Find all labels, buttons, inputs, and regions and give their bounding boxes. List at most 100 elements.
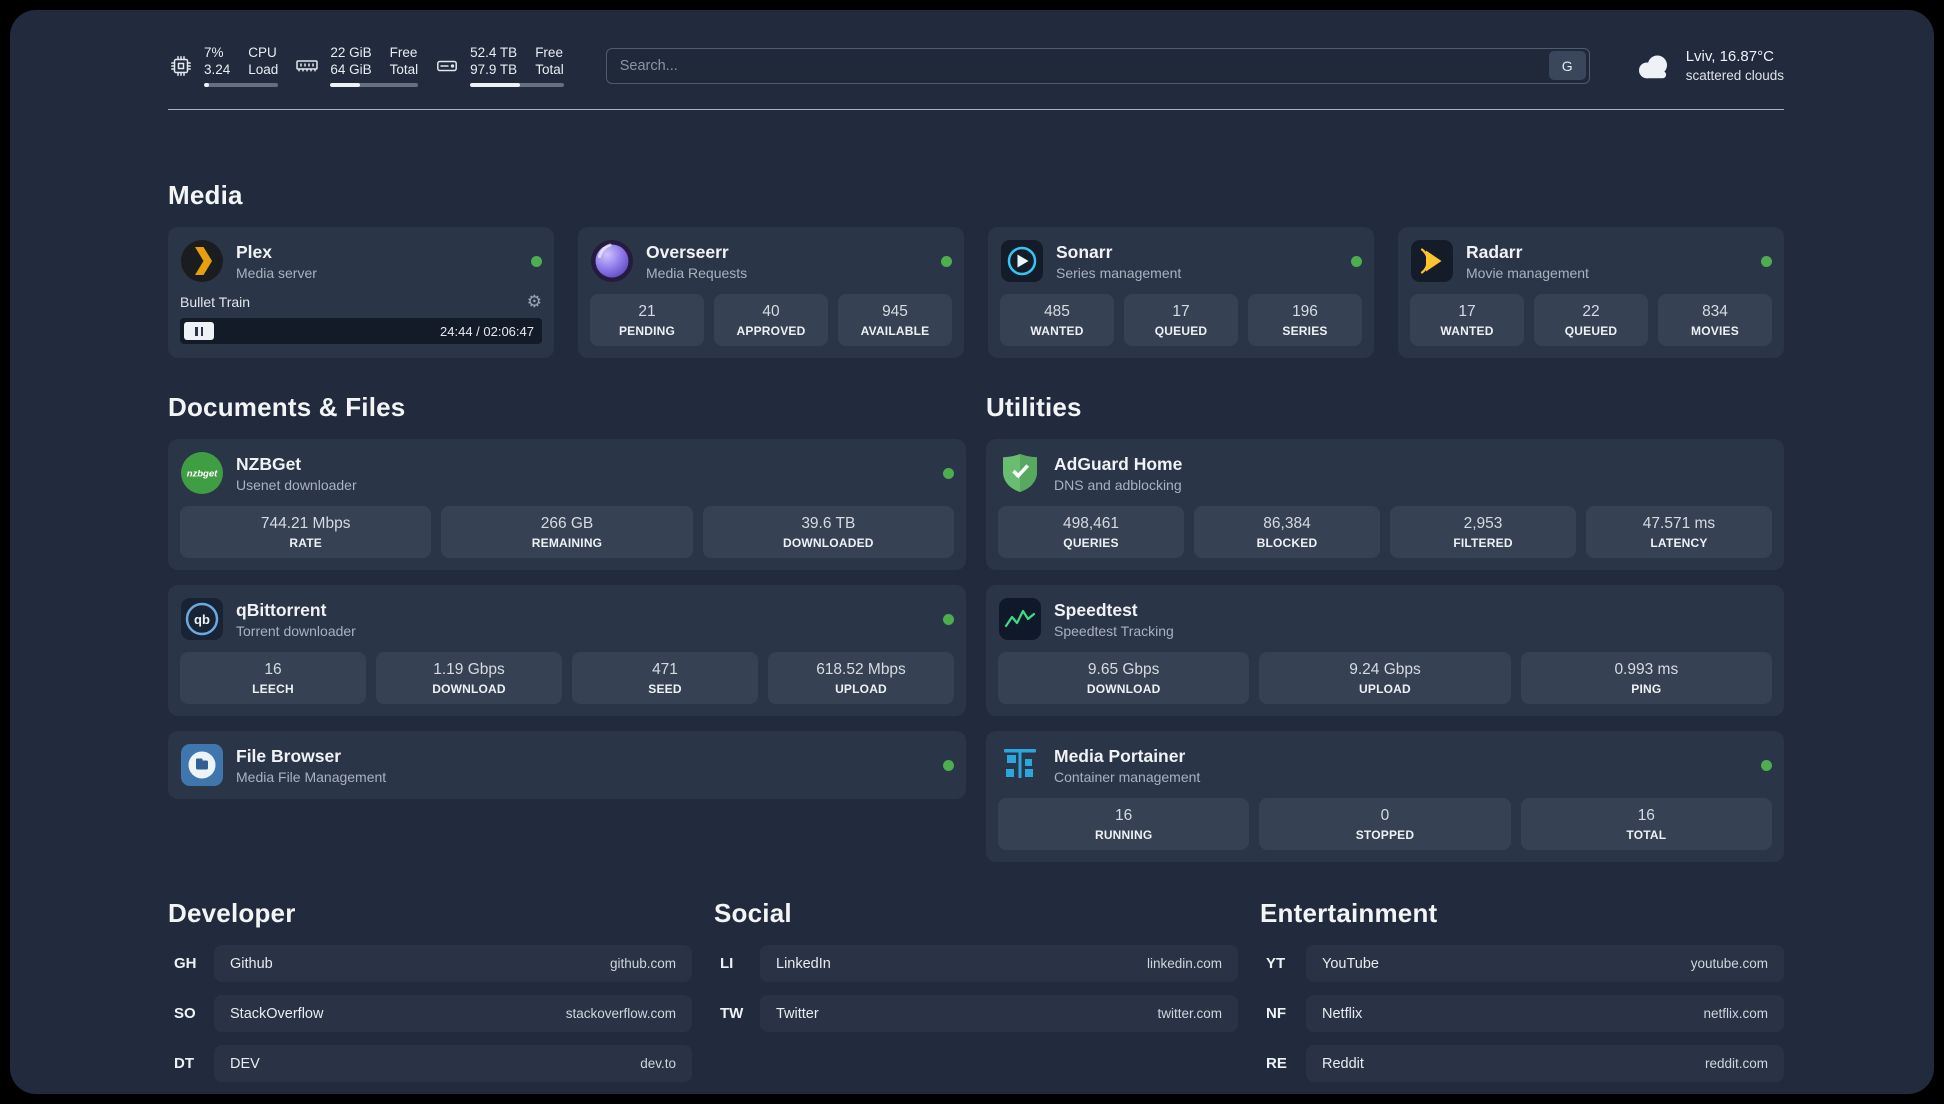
stat-queued: 17 QUEUED — [1124, 294, 1238, 346]
cpu-labels: CPU Load — [248, 45, 279, 77]
bookmark-link[interactable]: YouTube youtube.com — [1306, 945, 1784, 982]
stat-latency: 47.571 ms LATENCY — [1586, 506, 1772, 558]
bookmark-youtube: YT YouTube youtube.com — [1260, 945, 1784, 982]
bookmark-link[interactable]: Netflix netflix.com — [1306, 995, 1784, 1032]
stat-wanted: 485 WANTED — [1000, 294, 1114, 346]
plex-card[interactable]: Plex Media server Bullet Train ⚙ 24:44 /… — [168, 227, 554, 358]
nzbget-card[interactable]: nzbget NZBGet Usenet downloader 744.21 M… — [168, 439, 966, 570]
overseerr-icon — [590, 239, 634, 283]
cpu-values: 7% 3.24 — [204, 45, 231, 77]
section-documents: Documents & Files nzbget NZBGet Usenet d… — [168, 392, 966, 799]
speedtest-icon — [998, 597, 1042, 641]
status-dot — [1761, 255, 1772, 267]
stat-upload: 9.24 Gbps UPLOAD — [1259, 652, 1511, 704]
app-description: DNS and adblocking — [1054, 476, 1182, 493]
radarr-icon — [1410, 239, 1454, 283]
section-title-developer: Developer — [168, 898, 296, 928]
ram-bar — [330, 83, 419, 87]
section-title-entertainment: Entertainment — [1260, 898, 1438, 928]
stat-queries: 498,461 QUERIES — [998, 506, 1184, 558]
app-name: Sonarr — [1056, 241, 1113, 262]
gear-icon[interactable]: ⚙ — [527, 293, 542, 310]
cloud-icon — [1632, 51, 1674, 81]
stat-total: 16 TOTAL — [1520, 798, 1772, 850]
adguard-card[interactable]: AdGuard Home DNS and adblocking 498,461 … — [986, 439, 1784, 570]
section-utilities: Utilities AdGuard Home DNS and adblockin… — [986, 392, 1784, 862]
filebrowser-card[interactable]: File Browser Media File Management — [168, 731, 966, 799]
app-name: qBittorrent — [236, 599, 327, 620]
weather-condition: scattered clouds — [1685, 68, 1784, 83]
disk-icon — [434, 53, 460, 79]
bookmark-dev: DT DEV dev.to — [168, 1045, 692, 1082]
stat-download: 9.65 Gbps DOWNLOAD — [998, 652, 1250, 704]
status-dot — [1761, 759, 1772, 771]
cpu-bar — [204, 83, 279, 87]
sonarr-card[interactable]: Sonarr Series management 485 WANTED 17 Q… — [988, 227, 1374, 358]
app-name: AdGuard Home — [1054, 453, 1183, 474]
dashboard-panel: 7% 3.24 CPU Load 22 GiB 64 GiB Free Tota… — [10, 10, 1934, 1094]
radarr-card[interactable]: Radarr Movie management 17 WANTED 22 QUE… — [1398, 227, 1784, 358]
stat-ping: 0.993 ms PING — [1520, 652, 1772, 704]
bookmark-netflix: NF Netflix netflix.com — [1260, 995, 1784, 1032]
stat-running: 16 RUNNING — [998, 798, 1250, 850]
status-dot — [943, 467, 954, 479]
status-dot — [941, 255, 952, 267]
cpu-icon — [168, 53, 194, 79]
status-dot — [531, 255, 542, 267]
bookmark-link[interactable]: DEV dev.to — [214, 1045, 692, 1082]
ram-metric: 22 GiB 64 GiB Free Total — [294, 44, 419, 87]
stat-seed: 471 SEED — [572, 652, 758, 704]
stat-filtered: 2,953 FILTERED — [1390, 506, 1576, 558]
bookmark-group-social: Social LI LinkedIn linkedin.com TW Twitt… — [714, 898, 1238, 1082]
stat-downloaded: 39.6 TB DOWNLOADED — [702, 506, 954, 558]
pause-button[interactable] — [184, 322, 214, 340]
disk-bar — [470, 83, 564, 87]
bookmark-link[interactable]: LinkedIn linkedin.com — [760, 945, 1238, 982]
search-input[interactable] — [606, 57, 1549, 74]
status-dot — [1351, 255, 1362, 267]
overseerr-card[interactable]: Overseerr Media Requests 21 PENDING 40 A… — [578, 227, 964, 358]
app-name: Radarr — [1466, 241, 1523, 262]
app-description: Speedtest Tracking — [1054, 622, 1174, 639]
app-name: Plex — [236, 241, 272, 262]
bookmark-link[interactable]: Github github.com — [214, 945, 692, 982]
stat-upload: 618.52 Mbps UPLOAD — [768, 652, 954, 704]
disk-metric: 52.4 TB 97.9 TB Free Total — [434, 44, 564, 87]
app-description: Torrent downloader — [236, 622, 356, 639]
app-name: Speedtest — [1054, 599, 1138, 620]
section-title-social: Social — [714, 898, 792, 928]
app-description: Series management — [1056, 264, 1182, 281]
ram-labels: Free Total — [389, 45, 419, 77]
qbittorrent-card[interactable]: qb qBittorrent Torrent downloader 16 LEE… — [168, 585, 966, 716]
bookmark-twitter: TW Twitter twitter.com — [714, 995, 1238, 1032]
now-playing-title: Bullet Train — [180, 293, 251, 310]
bookmark-abbr: LI — [720, 955, 734, 972]
bookmark-reddit: RE Reddit reddit.com — [1260, 1045, 1784, 1082]
bookmark-group-developer: Developer GH Github github.com SO StackO… — [168, 898, 692, 1082]
plex-icon — [180, 239, 224, 283]
disk-values: 52.4 TB 97.9 TB — [470, 45, 518, 77]
app-description: Media File Management — [236, 768, 387, 785]
stat-movies: 834 MOVIES — [1658, 294, 1772, 346]
svg-text:qb: qb — [194, 612, 210, 627]
bookmark-link[interactable]: Twitter twitter.com — [760, 995, 1238, 1032]
section-title-utilities: Utilities — [986, 392, 1082, 422]
cpu-metric: 7% 3.24 CPU Load — [168, 44, 279, 87]
weather-location: Lviv, 16.87°C — [1685, 48, 1774, 65]
bookmark-abbr: NF — [1266, 1005, 1286, 1022]
search-engine-button[interactable]: G — [1548, 51, 1586, 80]
bookmark-link[interactable]: StackOverflow stackoverflow.com — [214, 995, 692, 1032]
bookmark-abbr: TW — [720, 1005, 744, 1022]
sonarr-icon — [1000, 239, 1044, 283]
bookmark-link[interactable]: Reddit reddit.com — [1306, 1045, 1784, 1082]
playback-time: 24:44 / 02:06:47 — [440, 323, 534, 339]
app-description: Movie management — [1466, 264, 1589, 281]
nzbget-icon: nzbget — [180, 451, 224, 495]
portainer-card[interactable]: Media Portainer Container management 16 … — [986, 731, 1784, 862]
bookmark-abbr: GH — [174, 955, 197, 972]
app-name: NZBGet — [236, 453, 302, 474]
stat-rate: 744.21 Mbps RATE — [180, 506, 432, 558]
speedtest-card[interactable]: Speedtest Speedtest Tracking 9.65 Gbps D… — [986, 585, 1784, 716]
stat-available: 945 AVAILABLE — [838, 294, 952, 346]
playback-bar[interactable]: 24:44 / 02:06:47 — [180, 318, 542, 344]
